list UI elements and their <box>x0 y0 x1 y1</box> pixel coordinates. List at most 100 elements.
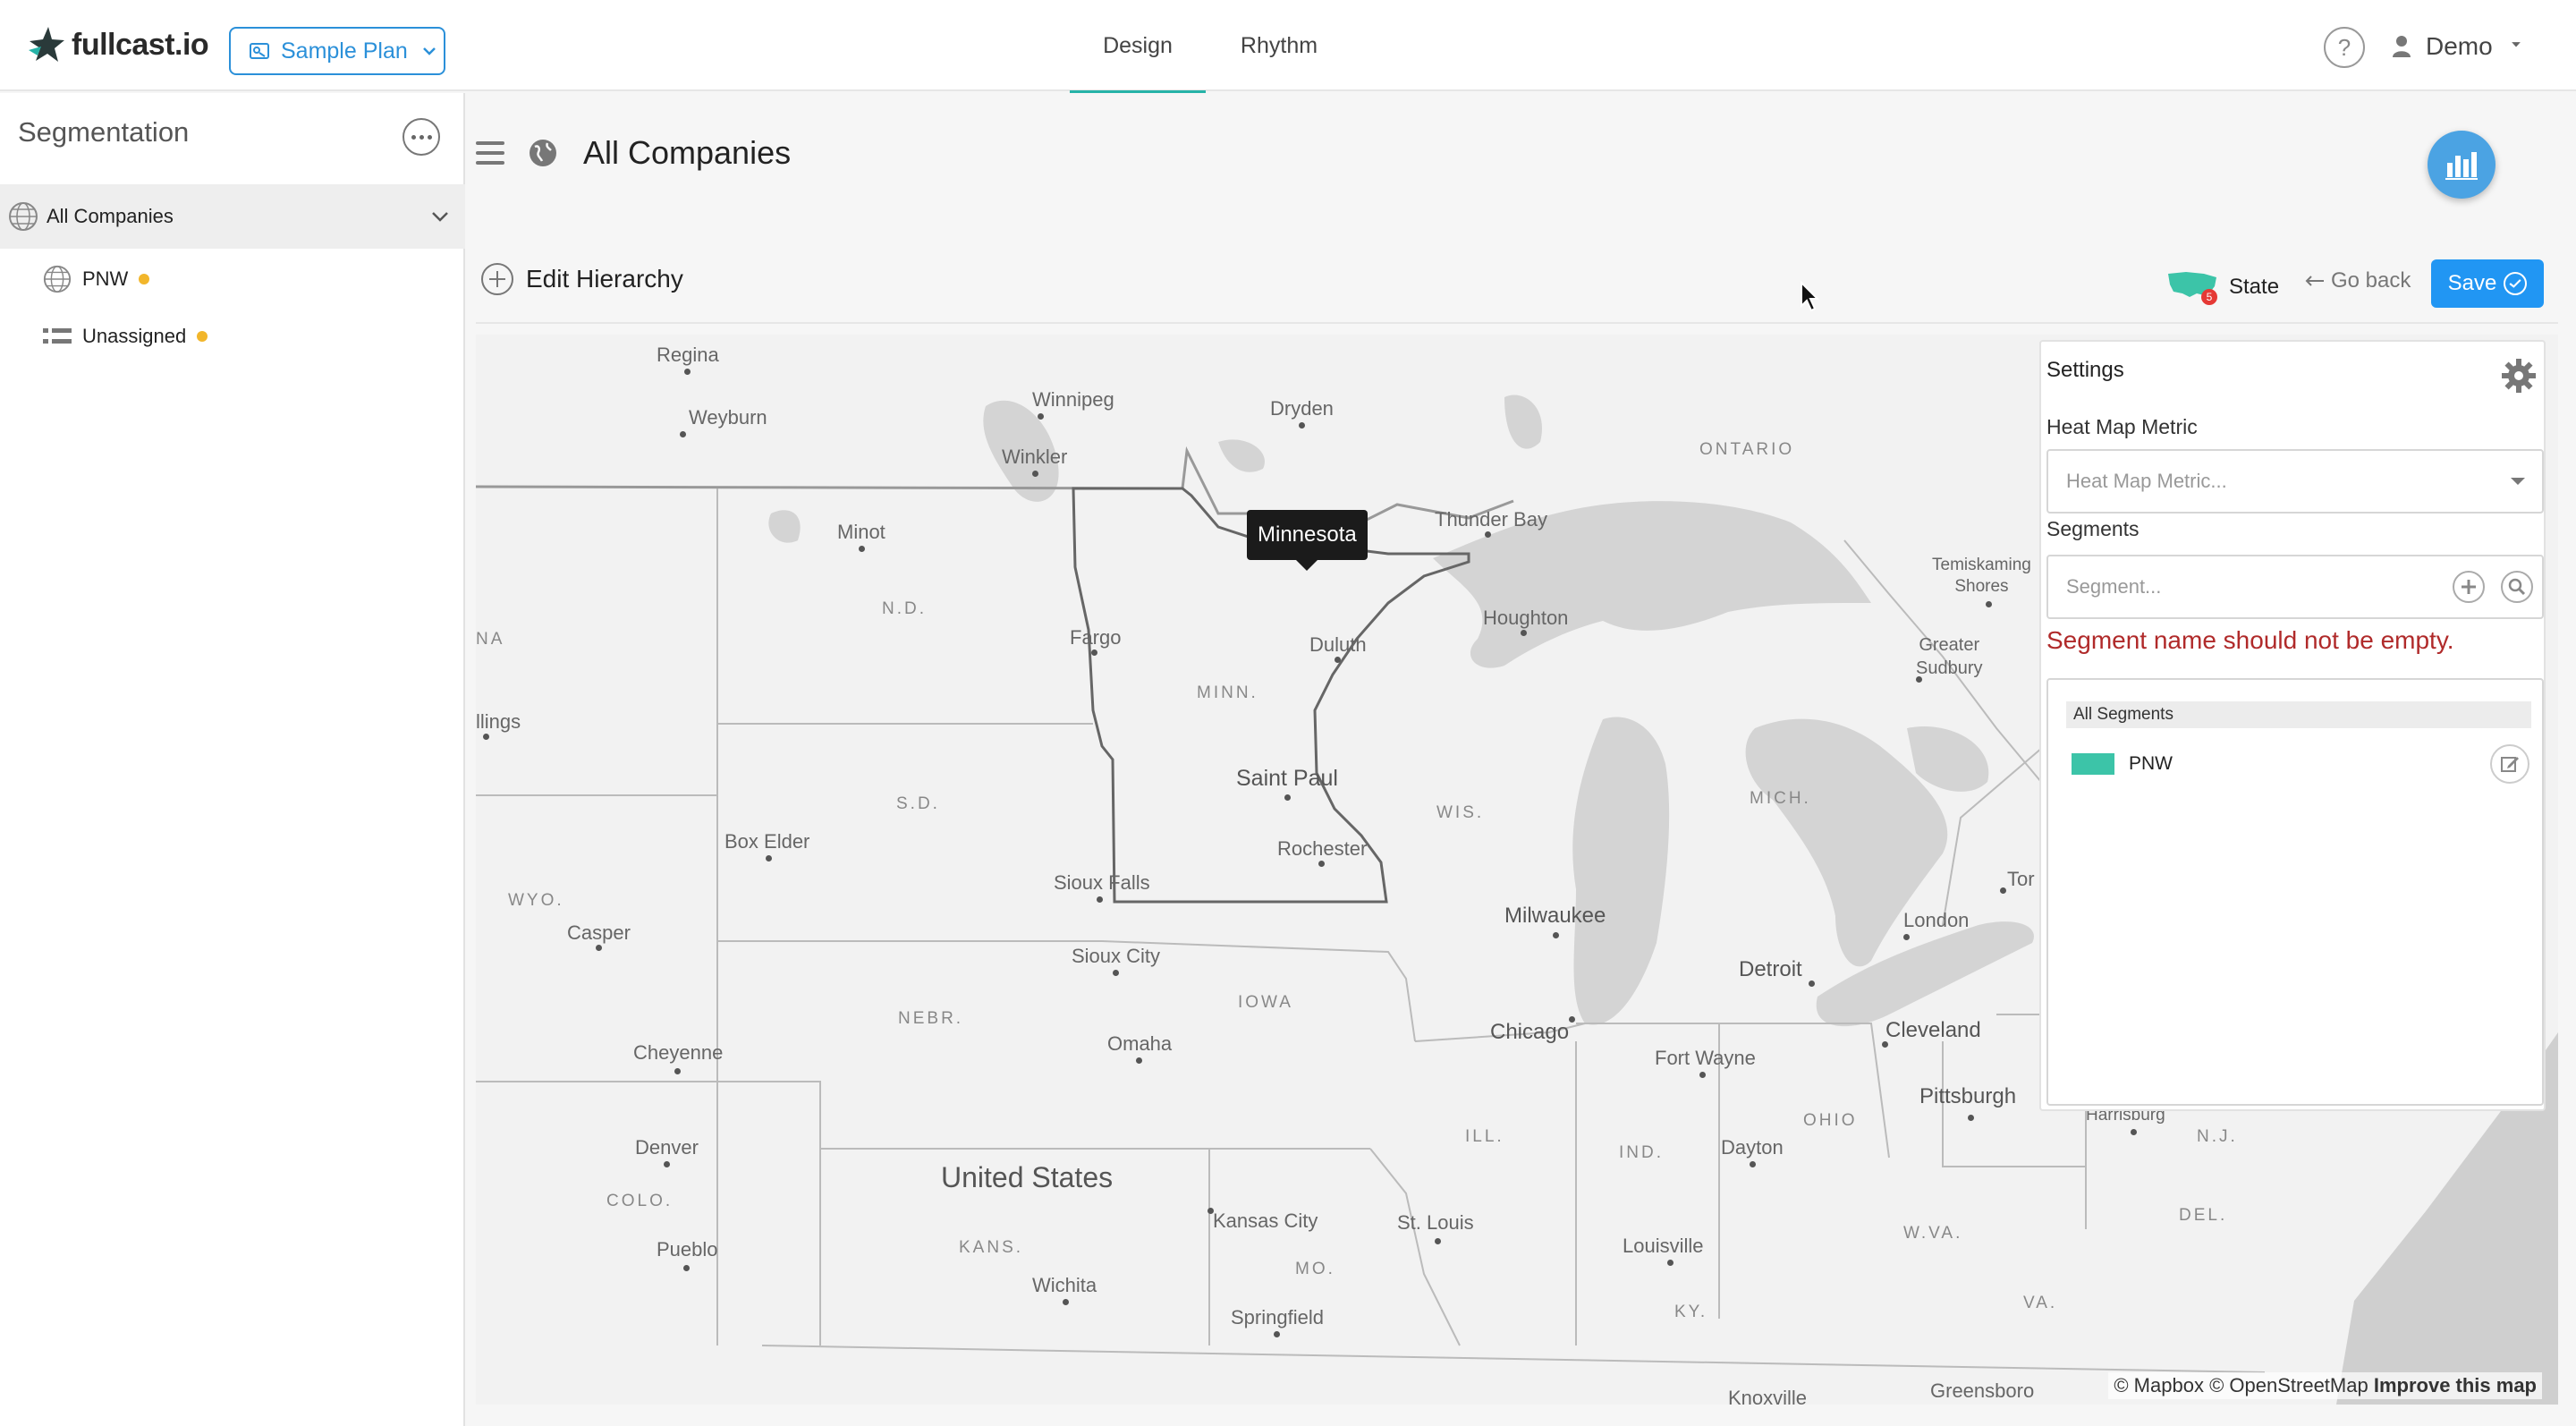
plan-selector-button[interactable]: Sample Plan <box>229 27 445 75</box>
improve-map-link[interactable]: Improve this map <box>2374 1374 2537 1396</box>
tab-design[interactable]: Design <box>1070 0 1206 93</box>
user-name: Demo <box>2426 32 2493 60</box>
sidebar-item-pnw[interactable]: PNW <box>0 256 465 302</box>
globe-icon <box>530 140 556 166</box>
map-label: VA. <box>2023 1294 2058 1312</box>
map-label: Dryden <box>1270 397 1334 420</box>
map-label: IOWA <box>1238 993 1293 1012</box>
map-label: ONTARIO <box>1699 440 1795 459</box>
save-label: Save <box>2447 271 2497 295</box>
map-label: NEBR. <box>898 1009 964 1028</box>
segment-row-pnw[interactable]: PNW <box>2066 744 2531 784</box>
state-toggle[interactable]: 5 State <box>2165 267 2279 308</box>
segments-list: All Segments PNW <box>2046 678 2544 1106</box>
map-label: Winnipeg <box>1032 388 1114 411</box>
map-label: Sioux Falls <box>1054 871 1150 894</box>
city-dot <box>1521 630 1527 636</box>
map-label: MINN. <box>1197 683 1258 702</box>
map-label: IND. <box>1619 1143 1664 1162</box>
map-label: Chicago <box>1490 1020 1570 1044</box>
settings-title: Settings <box>2046 358 2124 382</box>
tab-rhythm[interactable]: Rhythm <box>1206 0 1352 91</box>
plus-circle-icon <box>481 263 513 295</box>
map-label: OHIO <box>1803 1111 1858 1130</box>
plan-selector-label: Sample Plan <box>281 38 408 64</box>
logo[interactable]: fullcast.io <box>27 25 209 64</box>
heatmap-label: Heat Map Metric <box>2046 415 2198 438</box>
city-dot <box>2000 887 2006 894</box>
heatmap-metric-placeholder: Heat Map Metric... <box>2066 470 2227 492</box>
city-dot <box>1809 980 1815 987</box>
map-label: N.D. <box>882 599 927 618</box>
map-label: S.D. <box>896 794 940 813</box>
osm-attribution[interactable]: © OpenStreetMap <box>2209 1374 2368 1396</box>
go-back-label: Go back <box>2331 268 2411 293</box>
analytics-button[interactable] <box>2428 131 2496 199</box>
user-menu[interactable]: Demo <box>2392 27 2525 66</box>
go-back-link[interactable]: Go back <box>2304 268 2411 293</box>
map-label: Omaha <box>1107 1032 1173 1055</box>
city-dot <box>1968 1115 1974 1121</box>
chevron-down-icon[interactable] <box>431 210 449 223</box>
edit-segment-button[interactable] <box>2490 744 2529 784</box>
map-label: Fargo <box>1070 626 1122 649</box>
globe-icon <box>9 202 38 231</box>
city-dot <box>1284 794 1291 801</box>
map-label: NA <box>476 630 505 649</box>
city-dot <box>596 945 602 951</box>
map-label: Winkler <box>1002 446 1068 468</box>
city-dot <box>1032 471 1038 477</box>
map-label: Dayton <box>1721 1136 1784 1159</box>
city-dot <box>766 855 772 862</box>
gear-icon[interactable] <box>2499 356 2538 395</box>
map-label: London <box>1903 909 1970 931</box>
add-segment-button[interactable] <box>2453 571 2485 603</box>
bar-chart-icon <box>2445 152 2478 180</box>
save-button[interactable]: Save <box>2431 259 2544 308</box>
city-dot <box>1274 1331 1280 1337</box>
city-dot <box>1667 1260 1674 1266</box>
city-dot <box>683 1265 690 1271</box>
menu-icon[interactable] <box>476 141 504 165</box>
state-badge: 5 <box>2207 291 2213 303</box>
map-label: Greater Sudbury <box>1916 633 1983 680</box>
search-segment-button[interactable] <box>2501 571 2533 603</box>
map-label: Temiskaming Shores <box>1932 555 2031 598</box>
city-dot <box>1097 896 1103 903</box>
map-label: Weyburn <box>689 406 767 429</box>
map-label: Cheyenne <box>633 1041 724 1064</box>
map-label: W.VA. <box>1903 1224 1963 1243</box>
sidebar-item-all-companies[interactable]: All Companies <box>0 184 465 249</box>
map-label: Pueblo <box>657 1238 718 1260</box>
city-dot <box>1569 1016 1575 1023</box>
city-dot <box>1903 934 1910 940</box>
city-dot <box>2131 1129 2137 1135</box>
mouse-cursor-icon <box>1801 281 1820 312</box>
map-label: Minot <box>837 521 886 543</box>
map-label: Wichita <box>1032 1274 1097 1296</box>
map-label: KANS. <box>959 1238 1024 1257</box>
map-label: Pittsburgh <box>1919 1084 2017 1108</box>
edit-hierarchy-label: Edit Hierarchy <box>526 265 683 293</box>
city-dot <box>1038 413 1044 420</box>
city-dot <box>1986 601 1992 607</box>
sidebar-title: Segmentation <box>18 116 190 148</box>
page-title: All Companies <box>583 134 792 171</box>
heatmap-metric-select[interactable]: Heat Map Metric... <box>2046 449 2544 514</box>
mapbox-attribution[interactable]: © Mapbox <box>2114 1374 2204 1396</box>
sidebar-item-label: PNW <box>82 267 129 290</box>
star-logo-icon <box>29 27 64 62</box>
segment-input[interactable]: Segment... <box>2046 555 2544 619</box>
sidebar-item-unassigned[interactable]: Unassigned <box>0 313 465 360</box>
city-dot <box>859 546 865 552</box>
sidebar-item-label: All Companies <box>47 205 174 227</box>
help-icon[interactable]: ? <box>2324 27 2365 68</box>
map-label: Knoxville <box>1728 1387 1808 1405</box>
city-dot <box>1882 1041 1888 1048</box>
more-options-button[interactable] <box>402 118 440 156</box>
map-label: Milwaukee <box>1504 904 1606 928</box>
map-label: Kansas City <box>1213 1210 1318 1232</box>
edit-hierarchy-button[interactable]: Edit Hierarchy <box>481 263 683 295</box>
map-label-line: Temiskaming Shores <box>1932 556 2031 596</box>
plus-icon <box>2462 580 2476 594</box>
